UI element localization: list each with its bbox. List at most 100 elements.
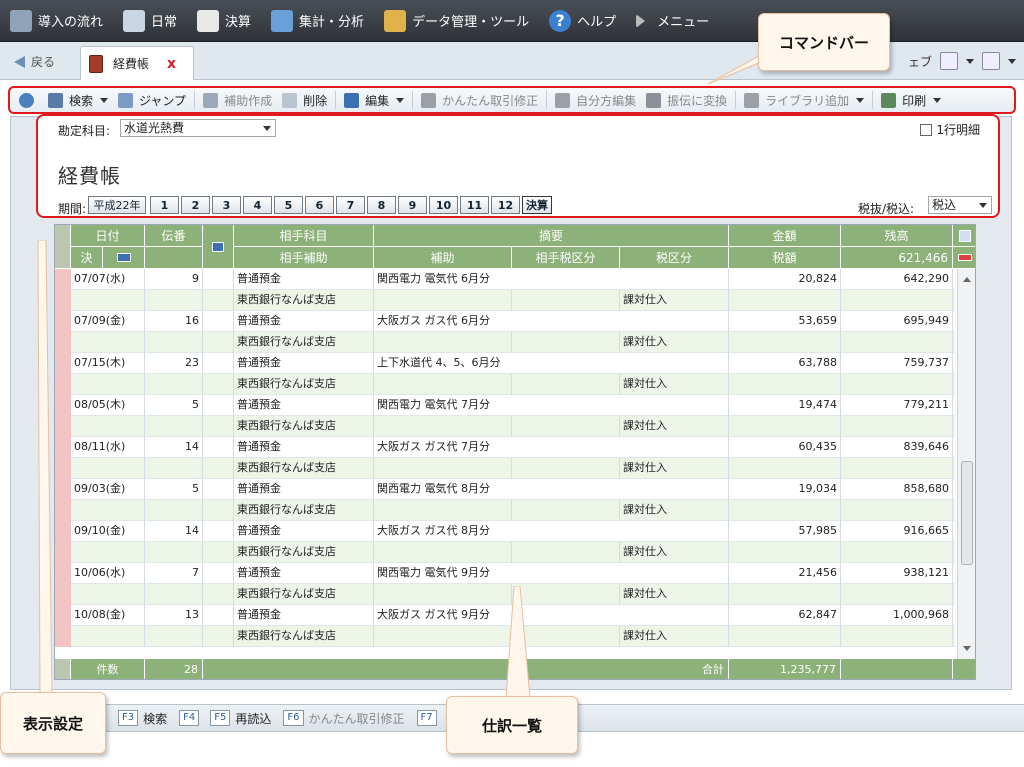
col-tax-class[interactable]: 税区分: [620, 247, 729, 269]
cell-summary[interactable]: 大阪ガス ガス代 9月分: [374, 605, 729, 626]
cell-flag[interactable]: [203, 479, 234, 500]
cell-date[interactable]: 07/15(木): [71, 353, 145, 374]
table-row[interactable]: 08/05(木) 5 普通預金 関西電力 電気代 7月分 19,474 779,211: [55, 395, 955, 416]
cell-tax-class[interactable]: 課対仕入: [620, 626, 729, 647]
cell-flag[interactable]: [203, 563, 234, 584]
col-account[interactable]: 相手科目: [234, 225, 374, 247]
fkey-f3[interactable]: F3 検索: [118, 710, 173, 727]
table-row-sub[interactable]: 東西銀行なんば支店 課対仕入: [55, 332, 955, 353]
cmd-pencil-button[interactable]: かんたん取引修正: [416, 89, 543, 111]
cell-voucher[interactable]: 14: [145, 437, 203, 458]
cell-sub[interactable]: [374, 584, 512, 605]
fkey-f4[interactable]: F4: [179, 710, 204, 726]
menu-item-6[interactable]: メニュー: [632, 5, 713, 37]
cell-sub[interactable]: [374, 458, 512, 479]
closing-button[interactable]: 決算: [522, 196, 552, 214]
cell-tax-amount[interactable]: [729, 458, 841, 479]
cell-date[interactable]: 09/10(金): [71, 521, 145, 542]
checkbox-icon[interactable]: [920, 123, 933, 136]
cell-tax-class[interactable]: 課対仕入: [620, 374, 729, 395]
col-amount[interactable]: 金額: [729, 225, 841, 247]
cell-balance[interactable]: 695,949: [841, 311, 953, 332]
cell-balance[interactable]: 916,665: [841, 521, 953, 542]
cell-empty[interactable]: [71, 332, 145, 353]
cell-voucher[interactable]: 14: [145, 521, 203, 542]
cell-summary[interactable]: 関西電力 電気代 8月分: [374, 479, 729, 500]
cell-date[interactable]: 07/07(水): [71, 269, 145, 290]
cell-counter-tax[interactable]: [512, 374, 620, 395]
cell-flag[interactable]: [203, 353, 234, 374]
cell-empty[interactable]: [145, 458, 203, 479]
cell-tax-amount[interactable]: [729, 374, 841, 395]
oneline-detail-checkbox[interactable]: 1行明細: [920, 121, 980, 138]
cell-empty[interactable]: [841, 584, 953, 605]
table-row-sub[interactable]: 東西銀行なんば支店 課対仕入: [55, 542, 955, 563]
cell-sub-account[interactable]: 東西銀行なんば支店: [234, 584, 374, 605]
cell-tax-amount[interactable]: [729, 416, 841, 437]
cell-empty[interactable]: [841, 500, 953, 521]
fkey-f5[interactable]: F5 再読込: [210, 710, 277, 727]
month-button-5[interactable]: 5: [274, 196, 303, 214]
col-tax-amount[interactable]: 税額: [729, 247, 841, 269]
cell-account[interactable]: 普通預金: [234, 437, 374, 458]
cmd-sub-create-button[interactable]: 補助作成: [198, 89, 277, 111]
cell-tax-class[interactable]: 課対仕入: [620, 584, 729, 605]
cell-empty[interactable]: [145, 626, 203, 647]
chevron-down-icon[interactable]: [1008, 58, 1016, 64]
month-button-12[interactable]: 12: [491, 196, 520, 214]
cmd-eraser-button[interactable]: 削除: [277, 89, 332, 111]
month-button-7[interactable]: 7: [336, 196, 365, 214]
color-tag-icon[interactable]: [953, 247, 975, 269]
cell-sub-account[interactable]: 東西銀行なんば支店: [234, 542, 374, 563]
cell-empty[interactable]: [71, 458, 145, 479]
cell-empty[interactable]: [71, 500, 145, 521]
menu-item-2[interactable]: 決算: [193, 5, 255, 37]
month-button-1[interactable]: 1: [150, 196, 179, 214]
cell-empty[interactable]: [71, 542, 145, 563]
month-button-8[interactable]: 8: [367, 196, 396, 214]
cell-account[interactable]: 普通預金: [234, 311, 374, 332]
cell-amount[interactable]: 60,435: [729, 437, 841, 458]
col-voucher[interactable]: 伝番: [145, 225, 203, 247]
table-row[interactable]: 07/09(金) 16 普通預金 大阪ガス ガス代 6月分 53,659 695,949: [55, 311, 955, 332]
window-close-all-icon[interactable]: [982, 52, 1000, 70]
cell-sub-account[interactable]: 東西銀行なんば支店: [234, 374, 374, 395]
cell-sub-account[interactable]: 東西銀行なんば支店: [234, 500, 374, 521]
cell-flag[interactable]: [203, 605, 234, 626]
cell-tax-amount[interactable]: [729, 542, 841, 563]
cell-empty[interactable]: [203, 458, 234, 479]
cell-empty[interactable]: [145, 416, 203, 437]
cell-empty[interactable]: [841, 626, 953, 647]
cell-summary[interactable]: 上下水道代 4、5、6月分: [374, 353, 729, 374]
cell-date[interactable]: 07/09(金): [71, 311, 145, 332]
cmd-calendar-button[interactable]: ジャンプ: [113, 89, 191, 111]
scroll-down-icon[interactable]: [963, 646, 971, 651]
cell-empty[interactable]: [203, 584, 234, 605]
cell-account[interactable]: 普通預金: [234, 269, 374, 290]
cell-tax-class[interactable]: 課対仕入: [620, 542, 729, 563]
cell-empty[interactable]: [841, 290, 953, 311]
cell-date[interactable]: 10/08(金): [71, 605, 145, 626]
cell-empty[interactable]: [203, 542, 234, 563]
col-sub[interactable]: 補助: [374, 247, 512, 269]
cell-date[interactable]: 08/05(木): [71, 395, 145, 416]
cell-account[interactable]: 普通預金: [234, 395, 374, 416]
cell-empty[interactable]: [203, 290, 234, 311]
cell-empty[interactable]: [71, 626, 145, 647]
cell-summary[interactable]: 大阪ガス ガス代 7月分: [374, 437, 729, 458]
cmd-convert-button[interactable]: 振伝に変換: [641, 89, 732, 111]
cell-sub-account[interactable]: 東西銀行なんば支店: [234, 416, 374, 437]
cell-empty[interactable]: [841, 374, 953, 395]
cell-voucher[interactable]: 23: [145, 353, 203, 374]
cell-balance[interactable]: 938,121: [841, 563, 953, 584]
col-date[interactable]: 日付: [71, 225, 145, 247]
cell-date[interactable]: 10/06(水): [71, 563, 145, 584]
cell-voucher[interactable]: 16: [145, 311, 203, 332]
cell-amount[interactable]: 19,474: [729, 395, 841, 416]
cell-amount[interactable]: 53,659: [729, 311, 841, 332]
back-button[interactable]: 戻る: [14, 53, 55, 70]
cell-counter-tax[interactable]: [512, 416, 620, 437]
cell-tax-amount[interactable]: [729, 626, 841, 647]
account-select[interactable]: 水道光熱費: [120, 119, 276, 137]
cell-sub[interactable]: [374, 290, 512, 311]
